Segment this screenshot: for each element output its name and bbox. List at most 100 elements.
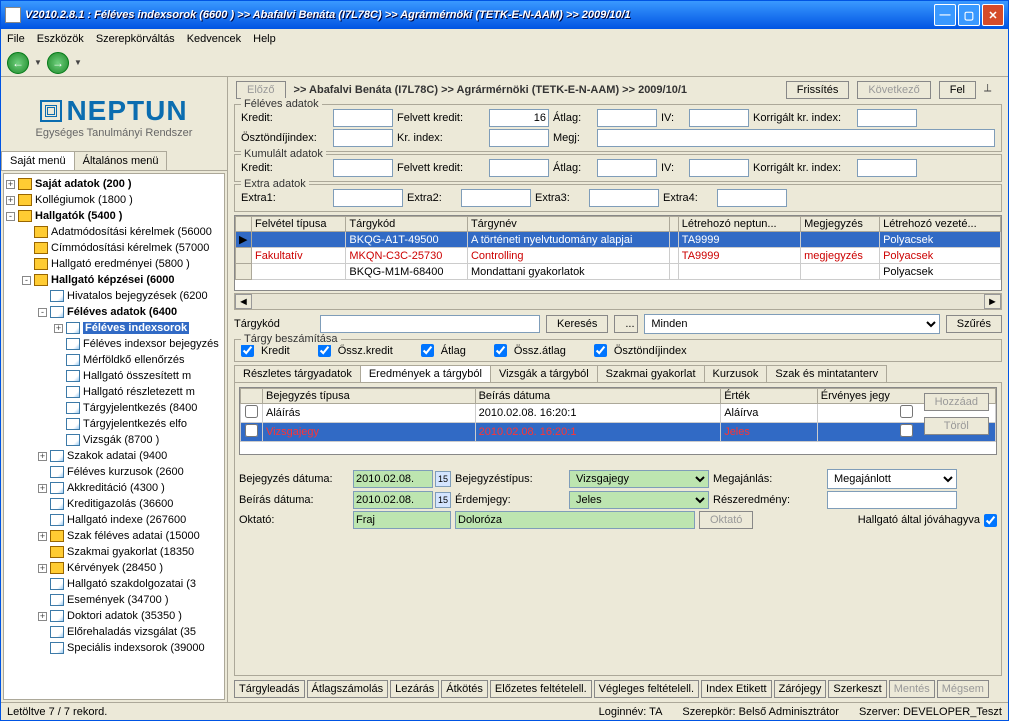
tree-label[interactable]: Doktori adatok (35350 ) — [67, 610, 182, 622]
scroll-left[interactable]: ◄ — [235, 294, 252, 309]
tree-node[interactable]: Szakmai gyakorlat (18350 — [6, 544, 222, 560]
tree-node[interactable]: Kreditigazolás (36600 — [6, 496, 222, 512]
tree-label[interactable]: Hallgató összesített m — [83, 370, 191, 382]
inp-reszered[interactable] — [827, 491, 957, 509]
tree-node[interactable]: Események (34700 ) — [6, 592, 222, 608]
inp-felvett[interactable] — [489, 109, 549, 127]
inp-iv[interactable] — [689, 109, 749, 127]
tree-expand-icon[interactable]: + — [6, 196, 15, 205]
tree-node[interactable]: + Szakok adatai (9400 — [6, 448, 222, 464]
tree-expand-icon[interactable]: + — [38, 452, 47, 461]
chk-kredit[interactable] — [241, 344, 254, 357]
pin-icon[interactable]: ⟂ — [984, 82, 1000, 98]
tree-label[interactable]: Hallgató szakdolgozatai (3 — [67, 578, 196, 590]
tree-node[interactable]: - Hallgatók (5400 ) — [6, 208, 222, 224]
menu-file[interactable]: File — [7, 33, 25, 45]
minimize-button[interactable]: — — [934, 4, 956, 26]
action-button[interactable]: Tárgyleadás — [234, 680, 305, 698]
col-header[interactable]: Tárgykód — [346, 217, 468, 232]
tree-label[interactable]: Szakmai gyakorlat (18350 — [67, 546, 194, 558]
next-button[interactable]: Következő — [857, 81, 930, 99]
table-row[interactable]: ▶BKQG-A1T-49500A történeti nyelvtudomány… — [236, 232, 1001, 248]
chk-atlag[interactable] — [421, 344, 434, 357]
add-button[interactable]: Hozzáad — [924, 393, 989, 411]
row-checkbox[interactable] — [245, 405, 258, 418]
tree-label[interactable]: Féléves adatok (6400 — [67, 306, 177, 318]
tree-label[interactable]: Féléves indexsorok — [83, 322, 189, 334]
row-checkbox[interactable] — [245, 424, 258, 437]
tree-node[interactable]: -Hallgató képzései (6000 — [6, 272, 222, 288]
chk-osszkredit[interactable] — [318, 344, 331, 357]
tree-label[interactable]: Saját adatok (200 ) — [35, 178, 132, 190]
inp-beirdat[interactable] — [353, 491, 433, 509]
inp-okt-last[interactable] — [455, 511, 695, 529]
cal-icon-2[interactable]: 15 — [435, 492, 451, 508]
action-button[interactable]: Lezárás — [390, 680, 439, 698]
tree-label[interactable]: Címmódosítási kérelmek (57000 — [51, 242, 209, 254]
tree-label[interactable]: Hallgatók (5400 ) — [35, 210, 122, 222]
valid-grade-checkbox[interactable] — [900, 405, 913, 418]
inp-bejdat[interactable] — [353, 470, 433, 488]
tree-node[interactable]: + Kollégiumok (1800 ) — [6, 192, 222, 208]
col-header[interactable]: Létrehozó neptun... — [678, 217, 800, 232]
tree-label[interactable]: Hallgató képzései (6000 — [51, 274, 175, 286]
menu-roleswitch[interactable]: Szerepkörváltás — [96, 33, 175, 45]
oktato-button[interactable]: Oktató — [699, 511, 753, 529]
tree-expand-icon[interactable]: + — [6, 180, 15, 189]
tree-node[interactable]: Hallgató eredményei (5800 ) — [6, 256, 222, 272]
tree-node[interactable]: Címmódosítási kérelmek (57000 — [6, 240, 222, 256]
cal-icon[interactable]: 15 — [435, 471, 451, 487]
tree-node[interactable]: Adatmódosítási kérelmek (56000 — [6, 224, 222, 240]
szures-button[interactable]: Szűrés — [946, 315, 1002, 333]
tree-node[interactable]: -Féléves adatok (6400 — [6, 304, 222, 320]
inp-atlag[interactable] — [597, 109, 657, 127]
tree-node[interactable]: +Akkreditáció (4300 ) — [6, 480, 222, 496]
sel-erdjegy[interactable]: Jeles — [569, 491, 709, 509]
col-header[interactable]: Beírás dátuma — [475, 389, 721, 404]
col-header[interactable] — [670, 217, 678, 232]
action-button[interactable]: Mégsem — [937, 680, 989, 698]
tree-label[interactable]: Vizsgák (8700 ) — [83, 434, 159, 446]
col-header[interactable]: Tárgynév — [467, 217, 669, 232]
tree-label[interactable]: Szak féléves adatai (15000 — [67, 530, 200, 542]
tree-label[interactable]: Események (34700 ) — [67, 594, 169, 606]
action-button[interactable]: Átkötés — [441, 680, 488, 698]
tree-node[interactable]: Féléves kurzusok (2600 — [6, 464, 222, 480]
tab-own-menu[interactable]: Saját menü — [1, 151, 75, 170]
tree-node[interactable]: Előrehaladás vizsgálat (35 — [6, 624, 222, 640]
tree-node[interactable]: +Doktori adatok (35350 ) — [6, 608, 222, 624]
refresh-button[interactable]: Frissítés — [786, 81, 850, 99]
table-row[interactable]: Aláírás2010.02.08. 16:20:1Aláírva — [241, 404, 996, 423]
tree-expand-icon[interactable]: + — [38, 532, 47, 541]
main-grid[interactable]: Felvétel típusaTárgykódTárgynévLétrehozó… — [234, 215, 1002, 291]
tree-label[interactable]: Hivatalos bejegyzések (6200 — [67, 290, 208, 302]
chk-osztondij[interactable] — [594, 344, 607, 357]
scroll-right[interactable]: ► — [984, 294, 1001, 309]
action-button[interactable]: Átlagszámolás — [307, 680, 389, 698]
inp-kkorr[interactable] — [857, 159, 917, 177]
tree-node[interactable]: Hivatalos bejegyzések (6200 — [6, 288, 222, 304]
tree-label[interactable]: Kollégiumok (1800 ) — [35, 194, 133, 206]
tree-label[interactable]: Szakok adatai (9400 — [67, 450, 167, 462]
inp-e1[interactable] — [333, 189, 403, 207]
tree-label[interactable]: Féléves kurzusok (2600 — [67, 466, 184, 478]
action-button[interactable]: Előzetes feltételell. — [490, 680, 592, 698]
nav-forward-button[interactable]: → — [47, 52, 69, 74]
table-row[interactable]: BKQG-M1M-68400Mondattani gyakorlatokPoly… — [236, 264, 1001, 280]
tree-label[interactable]: Mérföldkő ellenőrzés — [83, 354, 185, 366]
filter-select[interactable]: Minden — [644, 314, 939, 334]
sel-megaj[interactable]: Megajánlott — [827, 469, 957, 489]
inp-korr[interactable] — [857, 109, 917, 127]
inp-targykod[interactable] — [320, 315, 540, 333]
search-button[interactable]: Keresés — [546, 315, 608, 333]
tree-expand-icon[interactable]: - — [6, 212, 15, 221]
prev-button[interactable]: Előző — [236, 81, 286, 99]
tree-label[interactable]: Tárgyjelentkezés elfo — [83, 418, 187, 430]
tree-label[interactable]: Féléves indexsor bejegyzés — [83, 338, 219, 350]
table-row[interactable]: Vizsgajegy2010.02.08. 16:20:1Jeles — [241, 423, 996, 442]
tree-node[interactable]: Hallgató részletezett m — [6, 384, 222, 400]
tree-expand-icon[interactable]: + — [38, 484, 47, 493]
sel-bejtip[interactable]: Vizsgajegy — [569, 470, 709, 488]
tree-node[interactable]: +Kérvények (28450 ) — [6, 560, 222, 576]
tree-label[interactable]: Tárgyjelentkezés (8400 — [83, 402, 197, 414]
